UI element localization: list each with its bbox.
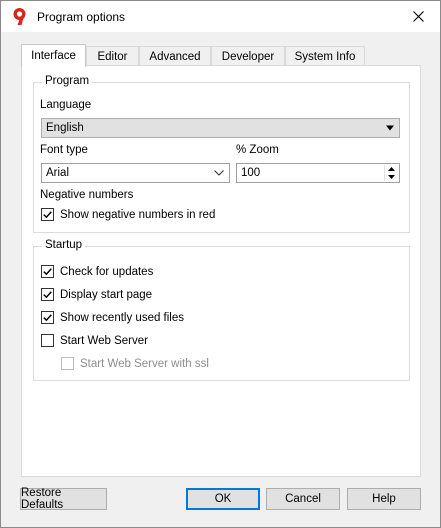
close-icon xyxy=(412,11,424,22)
tab-interface[interactable]: Interface xyxy=(21,44,86,67)
cancel-button[interactable]: Cancel xyxy=(266,488,340,510)
checkmark-icon xyxy=(43,314,52,322)
startup-group-title: Startup xyxy=(42,239,86,251)
checkbox-box xyxy=(41,208,54,221)
zoom-spinbox[interactable]: 100 xyxy=(236,163,400,183)
tab-label: Interface xyxy=(31,50,76,62)
interface-tab-panel: Program Language English Font type Arial… xyxy=(21,65,421,477)
button-label: Help xyxy=(372,493,396,505)
tab-label: Advanced xyxy=(149,50,201,63)
start-web-server-ssl-checkbox[interactable]: Start Web Server with ssl xyxy=(61,357,209,370)
checkmark-icon xyxy=(43,291,52,299)
title-bar: Program options xyxy=(1,1,440,32)
language-value: English xyxy=(46,122,84,134)
zoom-increment-button[interactable] xyxy=(385,165,398,173)
tab-developer[interactable]: Developer xyxy=(211,46,285,66)
program-group: Program Language English Font type Arial… xyxy=(33,75,410,233)
app-logo-icon xyxy=(13,8,26,25)
window-title: Program options xyxy=(37,10,126,24)
tab-label: Developer xyxy=(221,50,275,63)
tab-system-info[interactable]: System Info xyxy=(285,46,365,66)
checkbox-box xyxy=(41,288,54,301)
checkbox-label: Display start page xyxy=(60,288,153,301)
checkbox-box xyxy=(61,357,74,370)
checkbox-label: Start Web Server xyxy=(60,334,148,347)
negative-numbers-label: Negative numbers xyxy=(40,189,134,201)
tab-label: Editor xyxy=(97,50,128,63)
checkbox-box xyxy=(41,265,54,278)
button-label: Cancel xyxy=(285,493,321,505)
checkmark-icon xyxy=(43,211,52,219)
checkbox-box xyxy=(41,311,54,324)
checkbox-label: Check for updates xyxy=(60,265,154,278)
show-negative-red-checkbox[interactable]: Show negative numbers in red xyxy=(41,208,215,221)
checkbox-label: Show negative numbers in red xyxy=(60,208,216,221)
start-web-server-checkbox[interactable]: Start Web Server xyxy=(41,334,148,347)
help-button[interactable]: Help xyxy=(347,488,421,510)
ok-button[interactable]: OK xyxy=(186,488,260,510)
restore-defaults-button[interactable]: Restore Defaults xyxy=(20,487,107,511)
button-label: OK xyxy=(214,493,232,505)
font-type-value: Arial xyxy=(46,167,70,179)
checkbox-label: Show recently used files xyxy=(60,311,185,324)
show-recent-files-checkbox[interactable]: Show recently used files xyxy=(41,311,184,324)
checkbox-label: Start Web Server with ssl xyxy=(80,357,209,370)
font-type-select[interactable]: Arial xyxy=(41,163,230,183)
program-options-dialog: Program options Interface Editor Advance… xyxy=(0,0,441,528)
tab-advanced[interactable]: Advanced xyxy=(139,46,211,66)
check-updates-checkbox[interactable]: Check for updates xyxy=(41,265,153,278)
font-type-label: Font type xyxy=(40,144,88,156)
chevron-down-icon xyxy=(386,125,394,131)
button-label: Restore Defaults xyxy=(21,487,64,511)
close-button[interactable] xyxy=(396,1,440,32)
zoom-spin-buttons xyxy=(384,165,398,181)
zoom-label: % Zoom xyxy=(236,144,279,156)
checkbox-box xyxy=(41,334,54,347)
zoom-value: 100 xyxy=(241,167,261,179)
chevron-down-icon xyxy=(214,170,224,176)
language-label: Language xyxy=(40,99,92,111)
tab-label: System Info xyxy=(294,50,356,63)
arrow-down-icon xyxy=(388,175,395,179)
tab-editor[interactable]: Editor xyxy=(86,46,139,66)
language-select[interactable]: English xyxy=(41,118,400,138)
arrow-up-icon xyxy=(388,167,395,171)
zoom-decrement-button[interactable] xyxy=(385,173,398,181)
checkmark-icon xyxy=(43,268,52,276)
program-group-title: Program xyxy=(42,75,93,87)
startup-group: Startup Check for updates Display start … xyxy=(33,239,410,381)
display-start-page-checkbox[interactable]: Display start page xyxy=(41,288,152,301)
